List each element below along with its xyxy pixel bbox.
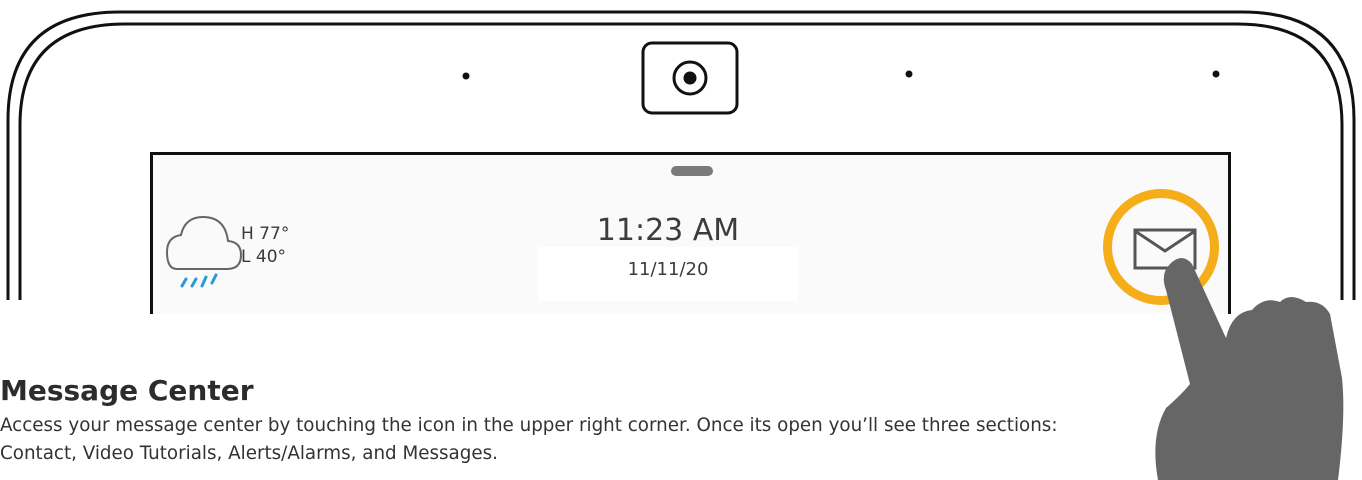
- pull-down-handle[interactable]: [671, 166, 713, 176]
- camera-icon: [641, 41, 739, 115]
- pointing-hand-icon: [1155, 258, 1344, 480]
- clock-date: 11/11/20: [627, 259, 709, 280]
- section-description: Access your message center by touching t…: [0, 415, 1058, 464]
- high-temperature: H 77°: [241, 224, 290, 244]
- clock-time: 11:23 AM: [596, 213, 740, 248]
- weather-temperatures: H 77° L 40°: [241, 223, 289, 269]
- sensor-dot: [905, 70, 913, 78]
- sensor-dot: [462, 72, 470, 80]
- sensor-dot: [1212, 70, 1220, 78]
- low-temperature: L 40°: [241, 247, 287, 267]
- section-title: Message Center: [0, 374, 254, 407]
- rain-cloud-icon: [165, 215, 243, 288]
- touchscreen-status-bar: H 77° L 40° 11:23 AM 11/11/20: [150, 152, 1231, 314]
